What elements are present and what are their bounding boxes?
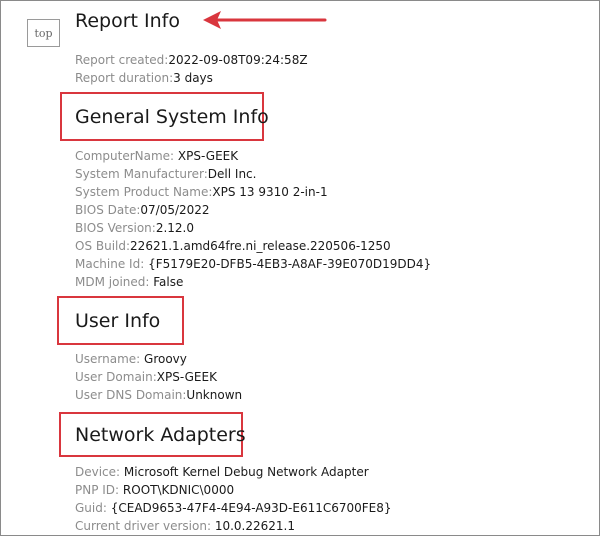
field-label: PNP ID: — [75, 483, 123, 497]
field-label: BIOS Version: — [75, 221, 156, 235]
user-info-heading: User Info — [75, 310, 161, 332]
field-value: XPS-GEEK — [177, 149, 239, 163]
field-value: Microsoft Kernel Debug Network Adapter — [123, 465, 369, 479]
field-value: False — [153, 275, 184, 289]
report-created-row: Report created:2022-09-08T09:24:58Z — [75, 54, 308, 68]
field-label: Username: — [75, 352, 145, 366]
general-system-info-row: ComputerName: XPS-GEEK — [75, 150, 238, 164]
top-button[interactable]: top — [27, 19, 60, 47]
report-info-heading: Report Info — [75, 10, 180, 32]
network-adapters-row: Current driver version: 10.0.22621.1 — [75, 520, 295, 534]
field-value: 10.0.22621.1 — [214, 519, 295, 533]
report-created-value: 2022-09-08T09:24:58Z — [168, 53, 308, 67]
field-value: {F5179E20-DFB5-4EB3-A8AF-39E070D19DD4} — [148, 257, 432, 271]
field-value: 22621.1.amd64fre.ni_release.220506-1250 — [130, 239, 391, 253]
report-duration-row: Report duration:3 days — [75, 72, 213, 86]
field-label: OS Build: — [75, 239, 131, 253]
field-label: System Manufacturer: — [75, 167, 208, 181]
network-adapters-row: Device: Microsoft Kernel Debug Network A… — [75, 466, 369, 480]
field-label: Current driver version: — [75, 519, 215, 533]
field-value: 07/05/2022 — [140, 203, 210, 217]
user-info-row: User Domain:XPS-GEEK — [75, 371, 217, 385]
user-info-row: Username: Groovy — [75, 353, 187, 367]
user-info-row: User DNS Domain:Unknown — [75, 389, 242, 403]
field-value: 2.12.0 — [155, 221, 194, 235]
field-label: ComputerName: — [75, 149, 178, 163]
field-value: ROOT\KDNIC\0000 — [122, 483, 235, 497]
report-duration-label: Report duration: — [75, 71, 174, 85]
general-system-info-row: MDM joined: False — [75, 276, 183, 290]
field-label: Machine Id: — [75, 257, 149, 271]
network-adapters-heading: Network Adapters — [75, 424, 246, 446]
field-value: Dell Inc. — [207, 167, 257, 181]
report-duration-value: 3 days — [173, 71, 213, 85]
network-adapters-row: Guid: {CEAD9653-47F4-4E94-A93D-E611C6700… — [75, 502, 392, 516]
field-label: Device: — [75, 465, 124, 479]
field-value: {CEAD9653-47F4-4E94-A93D-E611C6700FE8} — [110, 501, 392, 515]
field-value: Unknown — [186, 388, 243, 402]
general-system-info-row: System Manufacturer:Dell Inc. — [75, 168, 256, 182]
report-window: top Report Info Report created:2022-09-0… — [0, 0, 600, 536]
field-label: BIOS Date: — [75, 203, 141, 217]
field-value: XPS 13 9310 2-in-1 — [212, 185, 328, 199]
field-label: Guid: — [75, 501, 111, 515]
network-adapters-row: PNP ID: ROOT\KDNIC\0000 — [75, 484, 234, 498]
field-label: User DNS Domain: — [75, 388, 187, 402]
general-system-info-row: BIOS Date:07/05/2022 — [75, 204, 210, 218]
annotation-arrow — [203, 11, 327, 29]
field-label: MDM joined: — [75, 275, 154, 289]
general-system-info-row: Machine Id: {F5179E20-DFB5-4EB3-A8AF-39E… — [75, 258, 431, 272]
report-created-label: Report created: — [75, 53, 169, 67]
field-label: System Product Name: — [75, 185, 213, 199]
field-value: Groovy — [144, 352, 187, 366]
general-system-info-row: System Product Name:XPS 13 9310 2-in-1 — [75, 186, 328, 200]
field-label: User Domain: — [75, 370, 157, 384]
field-value: XPS-GEEK — [156, 370, 217, 384]
general-system-info-row: OS Build:22621.1.amd64fre.ni_release.220… — [75, 240, 391, 254]
general-system-info-heading: General System Info — [75, 106, 269, 128]
general-system-info-row: BIOS Version:2.12.0 — [75, 222, 194, 236]
